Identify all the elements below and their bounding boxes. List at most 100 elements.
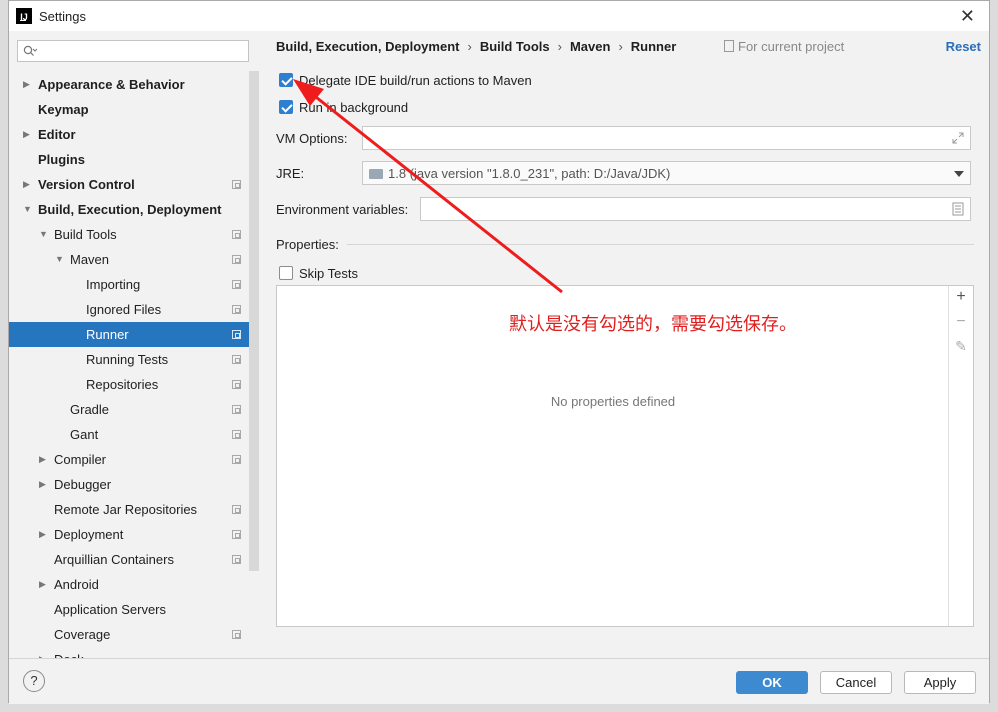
sidebar-item-label: Arquillian Containers: [54, 552, 174, 567]
edit-icon[interactable]: ✎: [954, 338, 968, 355]
sidebar-item[interactable]: Keymap: [9, 97, 259, 122]
sidebar-item[interactable]: ▶ Android: [9, 572, 259, 597]
intellij-logo-icon: IJ: [16, 8, 32, 24]
sidebar-item-label: Editor: [38, 127, 76, 142]
apply-button[interactable]: Apply: [904, 671, 976, 694]
breadcrumb-item: Build, Execution, Deployment: [276, 39, 460, 54]
chevron-right-icon[interactable]: ▶: [23, 72, 30, 97]
delegate-checkbox[interactable]: [279, 73, 293, 87]
project-scope-icon: [232, 280, 241, 289]
project-scope-icon: [232, 630, 241, 639]
sidebar-item[interactable]: Plugins: [9, 147, 259, 172]
list-edit-icon[interactable]: [952, 202, 964, 216]
sidebar-item[interactable]: ▶ Editor: [9, 122, 259, 147]
sidebar-item[interactable]: Application Servers: [9, 597, 259, 622]
breadcrumb-separator: ›: [618, 39, 623, 54]
sidebar-item[interactable]: Repositories: [9, 372, 259, 397]
sidebar-item-label: Compiler: [54, 452, 107, 467]
sidebar-item[interactable]: ▼ Build, Execution, Deployment: [9, 197, 259, 222]
project-scope-icon: [232, 380, 241, 389]
chevron-right-icon[interactable]: ▶: [39, 447, 46, 472]
for-current-project: For current project: [724, 39, 844, 54]
sidebar-item-label: Repositories: [86, 377, 159, 392]
project-scope-icon: [232, 330, 241, 339]
sidebar-item-label: Gant: [70, 427, 99, 442]
properties-table[interactable]: No properties defined + − ✎: [276, 285, 974, 627]
chevron-right-icon[interactable]: ▶: [39, 647, 46, 658]
properties-label: Properties:: [276, 237, 339, 252]
jre-label: JRE:: [276, 166, 305, 181]
sidebar-item[interactable]: ▶ Debugger: [9, 472, 259, 497]
sidebar-scrollbar[interactable]: [249, 71, 259, 571]
settings-tree: ▶ Appearance & Behavior Keymap ▶ Editor Plugi…: [9, 72, 259, 658]
project-scope-icon: [232, 230, 241, 239]
chevron-right-icon[interactable]: ▶: [39, 572, 46, 597]
remove-icon[interactable]: −: [954, 313, 968, 331]
dialog-footer: ? OK Cancel Apply: [9, 658, 989, 704]
sidebar-item-label: Dock: [54, 647, 84, 658]
sidebar-item-label: Version Control: [38, 177, 135, 192]
sidebar-item-label: Debugger: [54, 477, 112, 492]
sidebar-item-label: Ignored Files: [86, 302, 162, 317]
chevron-down-icon[interactable]: ▼: [23, 197, 32, 222]
project-scope-icon: [232, 455, 241, 464]
sidebar-item[interactable]: ▶ Deployment: [9, 522, 259, 547]
sidebar-item-label: Keymap: [38, 102, 89, 117]
close-icon[interactable]: ✕: [960, 6, 975, 26]
sidebar-item[interactable]: Remote Jar Repositories: [9, 497, 259, 522]
project-scope-icon: [232, 355, 241, 364]
project-scope-icon: [232, 305, 241, 314]
chevron-right-icon[interactable]: ▶: [23, 172, 30, 197]
sidebar-item[interactable]: Ignored Files: [9, 297, 259, 322]
settings-sidebar: ▶ Appearance & Behavior Keymap ▶ Editor Plugi…: [9, 31, 259, 658]
chevron-down-icon[interactable]: ▼: [39, 222, 48, 247]
vm-options-field[interactable]: [362, 126, 971, 150]
sidebar-item-label: Plugins: [38, 152, 85, 167]
sidebar-item-label: Android: [54, 577, 99, 592]
run-in-background-checkbox[interactable]: [279, 100, 293, 114]
sidebar-item[interactable]: Importing: [9, 272, 259, 297]
ok-button[interactable]: OK: [736, 671, 808, 694]
chevron-down-icon[interactable]: ▼: [55, 247, 64, 272]
expand-icon[interactable]: [952, 132, 964, 144]
help-icon[interactable]: ?: [23, 670, 45, 692]
empty-properties-text: No properties defined: [550, 394, 676, 409]
search-icon: [23, 45, 37, 56]
vm-options-label: VM Options:: [276, 131, 348, 146]
sidebar-item[interactable]: ▶ Appearance & Behavior: [9, 72, 259, 97]
sidebar-item[interactable]: ▼ Build Tools: [9, 222, 259, 247]
cancel-button[interactable]: Cancel: [820, 671, 892, 694]
sidebar-item[interactable]: Arquillian Containers: [9, 547, 259, 572]
window-title: Settings: [39, 9, 86, 24]
runner-settings-panel: Build, Execution, Deployment › Build Tools…: [259, 31, 991, 658]
search-input[interactable]: [17, 40, 249, 62]
sidebar-item-label: Coverage: [54, 627, 111, 642]
sidebar-item-label: Build Tools: [54, 227, 117, 242]
environment-variables-label: Environment variables:: [276, 202, 409, 217]
chevron-right-icon[interactable]: ▶: [39, 522, 46, 547]
sidebar-item-label: Application Servers: [54, 602, 166, 617]
settings-window: IJ Settings ✕ ▶ Appearance & Behavior Keym…: [8, 0, 991, 704]
delegate-label: Delegate IDE build/run actions to Maven: [299, 73, 532, 88]
project-scope-icon: [232, 430, 241, 439]
sidebar-item[interactable]: Runner: [9, 322, 259, 347]
breadcrumb-item: Build Tools: [479, 39, 550, 54]
sidebar-item[interactable]: Gradle: [9, 397, 259, 422]
sidebar-item-label: Gradle: [70, 402, 110, 417]
add-icon[interactable]: +: [954, 288, 968, 306]
chevron-right-icon[interactable]: ▶: [39, 472, 46, 497]
sidebar-item[interactable]: ▶ Dock: [9, 647, 259, 658]
sidebar-item[interactable]: Gant: [9, 422, 259, 447]
sidebar-item[interactable]: ▶ Version Control: [9, 172, 259, 197]
reset-link[interactable]: Reset: [946, 39, 981, 54]
jre-select[interactable]: 1.8 (java version "1.8.0_231", path: D:/…: [362, 161, 971, 185]
sidebar-item[interactable]: Running Tests: [9, 347, 259, 372]
skip-tests-checkbox[interactable]: [279, 266, 293, 280]
sidebar-item[interactable]: ▶ Compiler: [9, 447, 259, 472]
project-scope-icon: [232, 255, 241, 264]
environment-variables-field[interactable]: [420, 197, 971, 221]
project-scope-icon: [232, 180, 241, 189]
chevron-right-icon[interactable]: ▶: [23, 122, 30, 147]
sidebar-item[interactable]: Coverage: [9, 622, 259, 647]
sidebar-item[interactable]: ▼ Maven: [9, 247, 259, 272]
